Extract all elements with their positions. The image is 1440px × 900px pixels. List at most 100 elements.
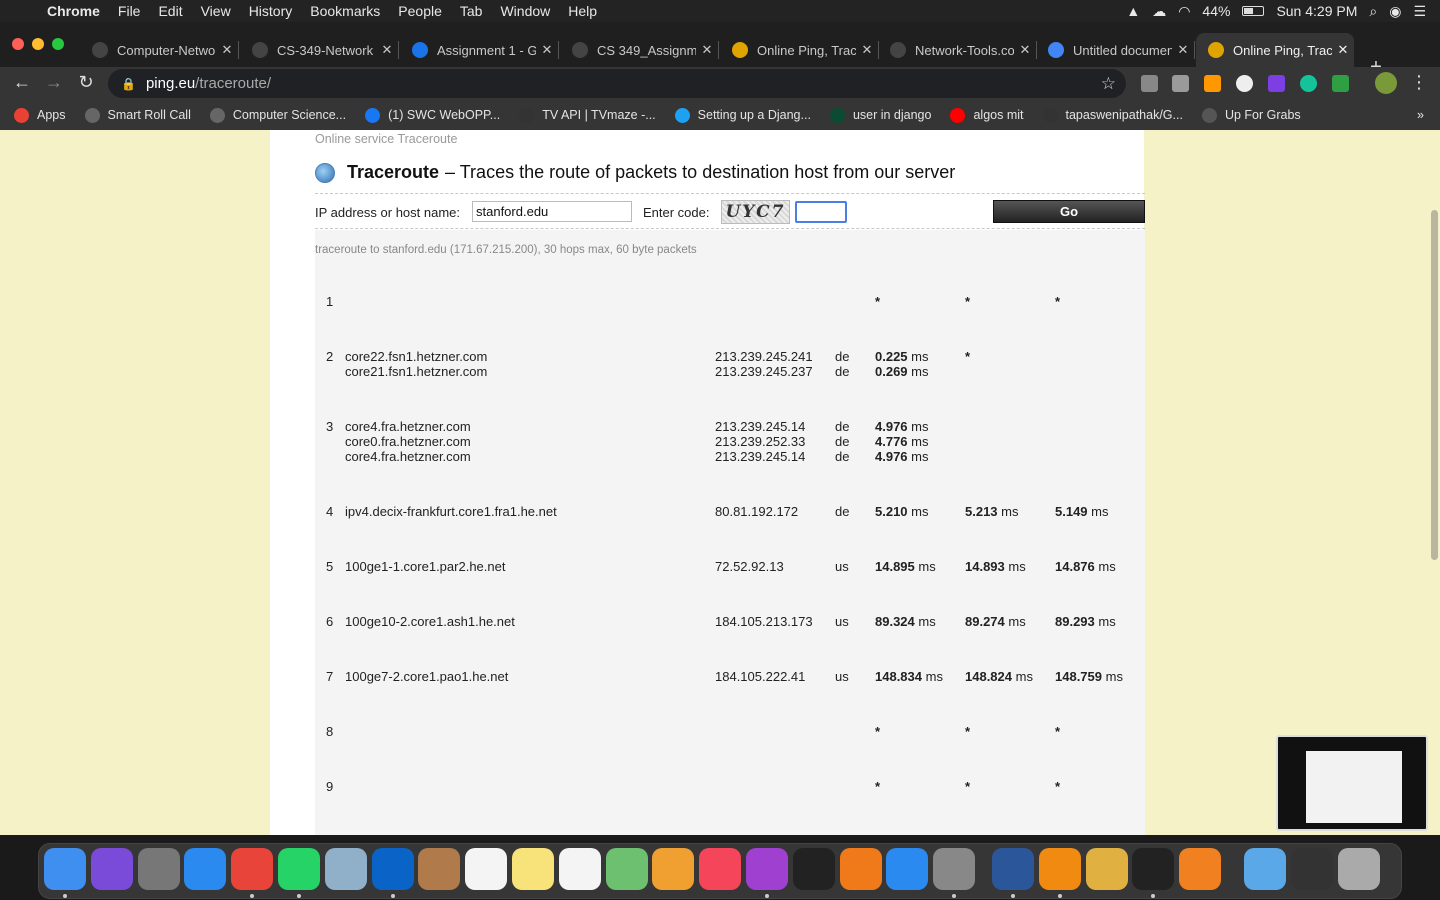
extension-circle-icon[interactable] (1236, 75, 1253, 92)
clock[interactable]: Sun 4:29 PM (1276, 3, 1357, 19)
browser-tab[interactable]: Computer-Netwo ✕ (80, 33, 239, 67)
hop-number: 3 (326, 419, 334, 434)
lock-icon[interactable]: 🔒 (121, 77, 136, 91)
bookmarks-overflow-icon[interactable]: » (1417, 108, 1424, 122)
menu-window[interactable]: Window (491, 3, 559, 19)
menu-app-name[interactable]: Chrome (38, 3, 109, 19)
browser-tab[interactable]: CS-349-Network ✕ (240, 33, 399, 67)
screenshot-icon[interactable] (1291, 848, 1333, 890)
music-icon[interactable] (699, 848, 741, 890)
address-bar[interactable]: 🔒 ping.eu/traceroute/ ☆ (108, 69, 1126, 98)
books-icon[interactable] (840, 848, 882, 890)
page-viewport: Online service Traceroute Traceroute – T… (0, 130, 1440, 835)
bookmark-item[interactable]: tapaswenipathak/G... (1042, 107, 1183, 123)
photos-icon[interactable] (652, 848, 694, 890)
tv-icon[interactable] (793, 848, 835, 890)
minimize-window-button[interactable] (32, 38, 44, 50)
browser-tab[interactable]: CS 349_Assignme ✕ (560, 33, 719, 67)
close-tab-icon[interactable]: ✕ (1332, 42, 1354, 58)
close-tab-icon[interactable]: ✕ (1014, 42, 1036, 58)
siri-status-icon[interactable]: ◉ (1389, 3, 1401, 20)
siri-icon[interactable] (91, 848, 133, 890)
bookmark-item[interactable]: (1) SWC WebOPP... (365, 107, 500, 123)
outlook-icon[interactable] (372, 848, 414, 890)
spotlight-icon[interactable]: ⌕ (1369, 3, 1377, 20)
browser-tab[interactable]: Network-Tools.co ✕ (878, 33, 1037, 67)
calendar-icon[interactable] (465, 848, 507, 890)
go-button[interactable]: Go (993, 200, 1145, 223)
notes-icon[interactable] (512, 848, 554, 890)
trash-icon[interactable] (1338, 848, 1380, 890)
page-scrollbar[interactable] (1431, 210, 1438, 560)
browser-tab[interactable]: Untitled documen ✕ (1036, 33, 1195, 67)
menu-view[interactable]: View (192, 3, 240, 19)
whatsapp-icon[interactable] (278, 848, 320, 890)
bookmark-item[interactable]: Apps (14, 107, 66, 123)
screenshot-preview-thumbnail[interactable] (1276, 735, 1428, 831)
close-tab-icon[interactable]: ✕ (216, 42, 238, 58)
extension-chart-icon[interactable] (1172, 75, 1189, 92)
bookmark-item[interactable]: Smart Roll Call (84, 107, 191, 123)
reminders-icon[interactable] (559, 848, 601, 890)
archive-icon[interactable] (1086, 848, 1128, 890)
bookmark-item[interactable]: user in django (829, 107, 931, 123)
forward-button[interactable]: → (43, 72, 65, 93)
reload-button[interactable]: ↻ (75, 72, 97, 93)
folder-icon[interactable] (1244, 848, 1286, 890)
launchpad-icon[interactable] (138, 848, 180, 890)
close-tab-icon[interactable]: ✕ (536, 42, 558, 58)
preview-icon[interactable] (325, 848, 367, 890)
finder-icon[interactable] (44, 848, 86, 890)
extension-icon[interactable] (1141, 75, 1158, 92)
extension-grid-icon[interactable] (1204, 75, 1221, 92)
word-icon[interactable] (992, 848, 1034, 890)
profile-avatar[interactable] (1375, 72, 1397, 94)
chrome-icon[interactable] (231, 848, 273, 890)
bookmark-item[interactable]: Up For Grabs (1201, 107, 1301, 123)
browser-tab[interactable]: Online Ping, Trace ✕ (720, 33, 879, 67)
zoom-window-button[interactable] (52, 38, 64, 50)
bookmark-item[interactable]: Computer Science... (209, 107, 346, 123)
menu-bookmarks[interactable]: Bookmarks (301, 3, 389, 19)
bookmark-item[interactable]: TV API | TVmaze -... (519, 107, 656, 123)
close-tab-icon[interactable]: ✕ (376, 42, 398, 58)
hop-host: ipv4.decix-frankfurt.core1.fra1.he.net (345, 504, 557, 519)
menu-edit[interactable]: Edit (149, 3, 191, 19)
code-input[interactable] (795, 201, 847, 223)
menu-history[interactable]: History (240, 3, 302, 19)
menu-people[interactable]: People (389, 3, 451, 19)
vlc-icon[interactable] (1039, 848, 1081, 890)
vlc-status-icon[interactable]: ▲ (1126, 3, 1140, 19)
close-tab-icon[interactable]: ✕ (1172, 42, 1194, 58)
back-button[interactable]: ← (11, 72, 33, 93)
extension-shield-icon[interactable] (1332, 75, 1349, 92)
sublime-icon[interactable] (1179, 848, 1221, 890)
bookmark-item[interactable]: Setting up a Djang... (674, 107, 811, 123)
battery-icon[interactable] (1242, 6, 1265, 16)
browser-tab[interactable]: Online Ping, Trace ✕ (1196, 33, 1354, 67)
close-window-button[interactable] (12, 38, 24, 50)
hop-time: 4.976 ms (875, 419, 929, 434)
menu-help[interactable]: Help (559, 3, 606, 19)
notification-center-icon[interactable]: ☰ (1413, 3, 1426, 20)
menu-tab[interactable]: Tab (451, 3, 492, 19)
menu-file[interactable]: File (109, 3, 150, 19)
grammarly-icon[interactable] (1300, 75, 1317, 92)
chrome-menu-icon[interactable]: ⋮ (1408, 72, 1430, 93)
appstore-icon[interactable] (886, 848, 928, 890)
wifi-icon[interactable]: ◠ (1178, 3, 1190, 20)
cloud-icon[interactable]: ☁ (1152, 3, 1166, 20)
system-preferences-icon[interactable] (933, 848, 975, 890)
close-tab-icon[interactable]: ✕ (856, 42, 878, 58)
bookmark-item[interactable]: algos mit (950, 107, 1024, 123)
podcasts-icon[interactable] (746, 848, 788, 890)
contacts-icon[interactable] (418, 848, 460, 890)
bookmark-star-icon[interactable]: ☆ (1101, 74, 1116, 94)
extension-blocks-icon[interactable] (1268, 75, 1285, 92)
host-input[interactable] (472, 201, 632, 222)
maps-icon[interactable] (606, 848, 648, 890)
safari-icon[interactable] (184, 848, 226, 890)
close-tab-icon[interactable]: ✕ (696, 42, 718, 58)
browser-tab[interactable]: Assignment 1 - Go ✕ (400, 33, 559, 67)
terminal-icon[interactable] (1132, 848, 1174, 890)
